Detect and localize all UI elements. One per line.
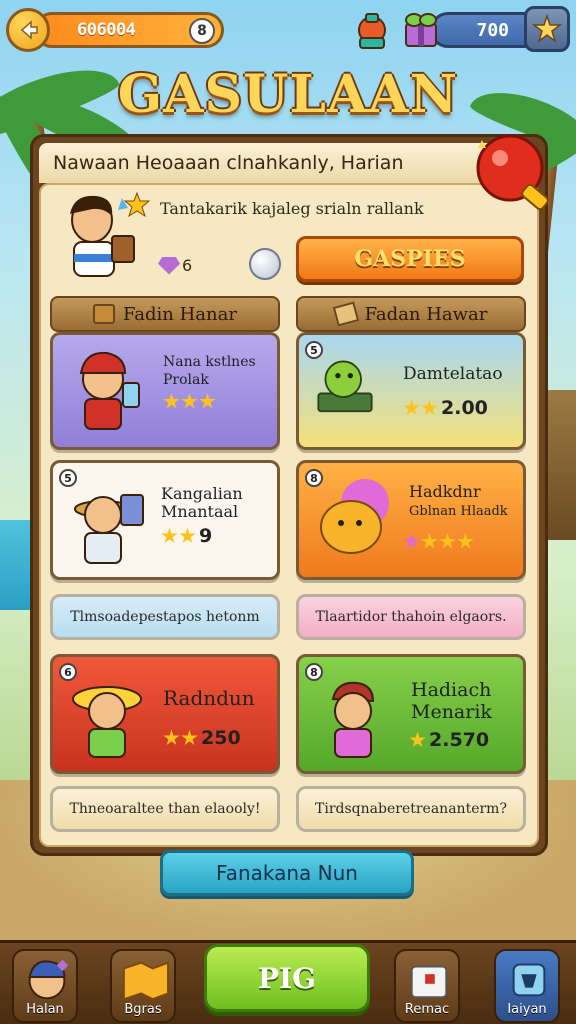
silver-coin-icon: [249, 248, 281, 280]
top-bar: 606004 8 700: [0, 0, 576, 60]
character-adventurer: [331, 681, 375, 758]
star-icon: [163, 729, 180, 745]
map-icon: [122, 961, 169, 1001]
shop-icon: [512, 963, 546, 997]
star-icon: [403, 399, 420, 415]
section-header-right: Fadan Hawar: [296, 296, 526, 332]
nav-item-remac[interactable]: Remac: [394, 949, 460, 1023]
card-name: Kangalian Mnantaal: [161, 484, 243, 521]
primary-action-label: GASPIES: [354, 246, 466, 272]
star-icon: [457, 533, 474, 549]
star-icon: [179, 527, 196, 543]
star-icon: [181, 393, 198, 409]
card-value: 250: [201, 727, 241, 749]
star-icon: [161, 527, 178, 543]
card-name: Hadkdnr: [409, 482, 481, 501]
info-strip-3[interactable]: Thneoaraltee than elaooly!: [50, 786, 280, 832]
info-strip-text: Tlmsoadepestapos hetonm: [70, 609, 260, 625]
secondary-action-label: Fanakana Nun: [216, 861, 358, 885]
settings-button[interactable]: [524, 6, 570, 52]
reward-card-2[interactable]: 5 Damtelatao 2.00: [296, 332, 526, 450]
card-value: 9: [199, 525, 213, 547]
bomb-icon: [476, 134, 549, 211]
card-name: Damtelatao: [403, 364, 503, 384]
star-icon: [439, 533, 456, 549]
info-strip-text: Thneoaraltee than elaooly!: [69, 801, 261, 817]
card-stars: 2.00: [403, 397, 488, 419]
gem-icon: [158, 256, 180, 275]
gem-count-value: 6: [182, 256, 193, 275]
card-name: Radndun: [163, 686, 255, 710]
nav-item-iaiyan[interactable]: Iaiyan: [494, 949, 560, 1023]
gem-count: 6: [158, 256, 192, 275]
card-stars: 9: [161, 525, 212, 547]
panel-header: Nawaan Heoaaan clnahkanly, Harian: [39, 143, 509, 183]
primary-action-button[interactable]: GASPIES: [296, 236, 524, 282]
profile-description: Tantakarik kajaleg srialn rallank: [160, 199, 424, 218]
reward-card-1[interactable]: Nana kstlnes Prolak: [50, 332, 280, 450]
gift-box-icon[interactable]: [400, 10, 442, 50]
coin-value: 606004: [77, 20, 136, 40]
arrow-left-icon: [20, 20, 38, 40]
nav-item-bgras[interactable]: Bgras: [110, 949, 176, 1023]
card-stars: [403, 533, 474, 550]
card-value: 2.570: [429, 729, 490, 751]
star-map-icon: [532, 14, 562, 43]
star-icon: [181, 729, 198, 745]
info-strip-4[interactable]: Tirdsqnaberetreananterm?: [296, 786, 526, 832]
panel-header-text: Nawaan Heoaaan clnahkanly, Harian: [53, 152, 404, 174]
secondary-action-button[interactable]: Fanakana Nun: [160, 850, 414, 896]
info-strip-1[interactable]: Tlmsoadepestapos hetonm: [50, 594, 280, 640]
star-icon: [409, 731, 426, 747]
pet-creature-icon: [320, 479, 389, 554]
star-icon: [421, 399, 438, 415]
hut: [544, 390, 576, 540]
green-creature-icon: [317, 360, 373, 413]
nav-label: Halan: [26, 1002, 64, 1017]
potion-icon[interactable]: [352, 8, 392, 52]
card-value: 2.00: [441, 397, 488, 419]
nav-label: Bgras: [124, 1002, 162, 1017]
star-icon: [403, 533, 420, 549]
card-name: Hadiach Menarik: [411, 679, 492, 723]
reward-card-4[interactable]: 8 Hadkdnr Gblnan Hlaadk: [296, 460, 526, 580]
section-title-left: Fadin Hanar: [123, 303, 237, 325]
gold-value: 700: [476, 19, 509, 41]
character-avatar-icon: [28, 959, 69, 1000]
gift-icon: [410, 965, 448, 999]
play-label: PIG: [257, 961, 317, 995]
reward-card-5[interactable]: 6 Radndun 250: [50, 654, 280, 774]
section-header-left: Fadin Hanar: [50, 296, 280, 332]
coin-counter: 606004 8: [34, 12, 224, 48]
play-button[interactable]: PIG: [204, 944, 370, 1012]
reward-card-3[interactable]: 5 Kangalian Mnantaal 9: [50, 460, 280, 580]
card-name: Nana kstlnes Prolak: [163, 354, 256, 388]
chest-icon: [93, 304, 116, 324]
card-stars: 250: [163, 727, 241, 749]
coin-badge: 8: [189, 18, 215, 44]
back-button[interactable]: [6, 8, 50, 52]
nav-label: Iaiyan: [507, 1002, 547, 1017]
star-icon: [124, 192, 150, 218]
section-title-right: Fadan Hawar: [364, 303, 488, 325]
nav-label: Remac: [404, 1002, 450, 1017]
game-title: GASULAAN: [117, 64, 459, 125]
star-icon: [163, 393, 180, 409]
character-red-cap: [79, 351, 140, 430]
reward-card-6[interactable]: 8 Hadiach Menarik 2.570: [296, 654, 526, 774]
card-stars: 2.570: [409, 729, 489, 751]
character-yellow-hat: [72, 686, 142, 758]
star-icon: [199, 393, 216, 409]
card-subname: Gblnan Hlaadk: [409, 504, 508, 519]
card-stars: [163, 393, 216, 410]
scroll-icon: [332, 301, 359, 327]
star-icon: [421, 533, 438, 549]
character-explorer: [74, 494, 144, 564]
info-strip-2[interactable]: Tlaartidor thahoin elgaors.: [296, 594, 526, 640]
nav-item-halan[interactable]: Halan: [12, 949, 78, 1023]
info-strip-text: Tirdsqnaberetreananterm?: [315, 801, 507, 817]
info-strip-text: Tlaartidor thahoin elgaors.: [315, 609, 507, 625]
